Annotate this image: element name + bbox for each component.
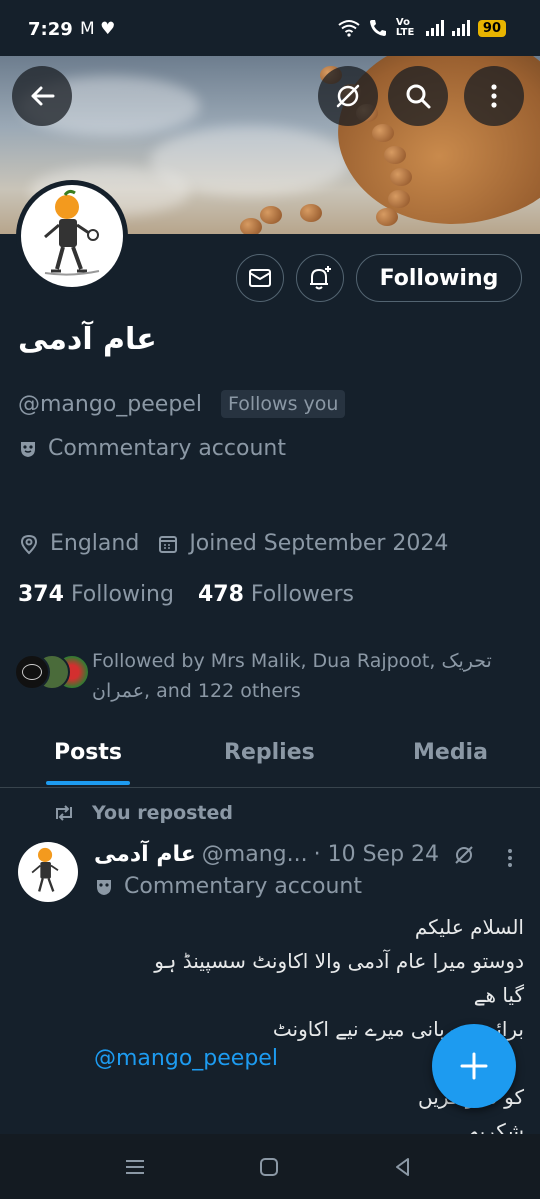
message-button[interactable] <box>236 254 284 302</box>
status-time: 7:29 <box>28 19 73 40</box>
status-bar: 7:29 M ♥ Vo LTE 90 <box>0 0 540 56</box>
no-sync-icon <box>336 84 360 108</box>
account-label[interactable]: Commentary account <box>18 436 286 461</box>
status-right: Vo LTE 90 <box>338 18 506 38</box>
follows-you-badge: Follows you <box>221 390 346 418</box>
profile-meta: England Joined September 2024 <box>18 531 466 556</box>
recents-icon <box>126 1160 144 1174</box>
tweet-header: عام آدمی @mang... · 10 Sep 24 <box>94 842 475 867</box>
profile-avatar[interactable] <box>16 180 128 292</box>
no-sync-button[interactable] <box>318 66 378 126</box>
tweet-mention-link[interactable]: @mango_peepel <box>94 1046 278 1071</box>
battery-indicator: 90 <box>477 19 506 37</box>
tab-replies[interactable]: Replies <box>224 740 315 765</box>
tab-media[interactable]: Media <box>413 740 488 765</box>
tweet-line: گیا ھے <box>473 983 524 1007</box>
repost-icon <box>56 805 72 821</box>
tweet-date[interactable]: · 10 Sep 24 <box>314 842 439 867</box>
follow-counts: 374 Following 478 Followers <box>18 582 354 607</box>
more-button[interactable] <box>464 66 524 126</box>
tweet-avatar[interactable] <box>18 842 78 902</box>
tweet-more-button[interactable] <box>500 846 520 874</box>
home-button[interactable] <box>256 1154 282 1180</box>
account-label-text: Commentary account <box>48 436 286 461</box>
location-pin-icon <box>20 534 38 554</box>
joined-date: Joined September 2024 <box>157 531 448 556</box>
notify-button[interactable] <box>296 254 344 302</box>
following-count: 374 <box>18 582 64 607</box>
followers-count-link[interactable]: 478 Followers <box>198 582 354 607</box>
recents-button[interactable] <box>122 1154 148 1180</box>
profile-tabs: Posts Replies Media <box>0 728 540 788</box>
signal-icon-2 <box>451 20 470 36</box>
follower-avatar <box>14 654 50 690</box>
search-button[interactable] <box>388 66 448 126</box>
avatar <box>21 185 123 287</box>
arrow-left-icon <box>31 86 55 106</box>
search-icon <box>406 84 431 109</box>
avatar-illustration <box>31 847 59 892</box>
volte-icon: Vo LTE <box>395 17 415 38</box>
mask-icon <box>21 441 35 457</box>
calendar-icon <box>159 535 178 553</box>
tweet-line: السلام علیکم <box>414 915 524 939</box>
more-vertical-icon <box>491 84 497 108</box>
heart-icon: ♥ <box>100 19 116 39</box>
bell-plus-icon <box>310 266 331 290</box>
location-text: England <box>50 531 140 556</box>
tweet-label-text: Commentary account <box>124 874 362 899</box>
tab-posts[interactable]: Posts <box>54 740 122 765</box>
tweet-author-name[interactable]: عام آدمی <box>94 842 196 867</box>
compose-button[interactable] <box>432 1024 516 1108</box>
plus-icon <box>460 1052 488 1080</box>
tweet-line: دوستو میرا عام آدمی والا اکاونٹ سسپینڈ ہ… <box>154 949 524 973</box>
mail-icon <box>249 269 271 287</box>
tweet-account-label: Commentary account <box>94 874 362 899</box>
followers-label: Followers <box>250 582 354 607</box>
profile-handle: @mango_peepel <box>18 392 202 417</box>
tweet-author-handle[interactable]: @mang... <box>202 842 308 867</box>
signal-icon <box>425 20 444 36</box>
location: England <box>18 531 139 556</box>
followed-by-avatars <box>14 654 90 694</box>
notification-icons: M ♥ <box>80 19 115 39</box>
repost-indicator: You reposted <box>52 802 233 824</box>
tab-indicator <box>46 781 130 785</box>
gmail-icon: M <box>80 19 95 39</box>
back-nav-button[interactable] <box>390 1154 416 1180</box>
system-nav-bar <box>0 1134 540 1199</box>
wifi-icon <box>338 20 360 37</box>
followed-by-text: Followed by Mrs Malik, Dua Rajpoot, تحری… <box>92 650 492 702</box>
back-icon <box>396 1158 409 1176</box>
joined-text: Joined September 2024 <box>189 531 449 556</box>
mask-icon <box>97 879 111 895</box>
avatar-illustration <box>44 189 100 276</box>
no-sync-icon <box>455 845 473 864</box>
following-button[interactable]: Following <box>356 254 522 302</box>
home-icon <box>260 1158 278 1176</box>
following-count-link[interactable]: 374 Following <box>18 582 174 607</box>
display-name: عام آدمی <box>18 322 157 357</box>
back-button[interactable] <box>12 66 72 126</box>
call-icon <box>369 20 386 36</box>
following-label: Following <box>70 582 174 607</box>
followers-count: 478 <box>197 582 244 607</box>
more-vertical-icon <box>508 849 512 867</box>
repost-label: You reposted <box>92 802 233 824</box>
